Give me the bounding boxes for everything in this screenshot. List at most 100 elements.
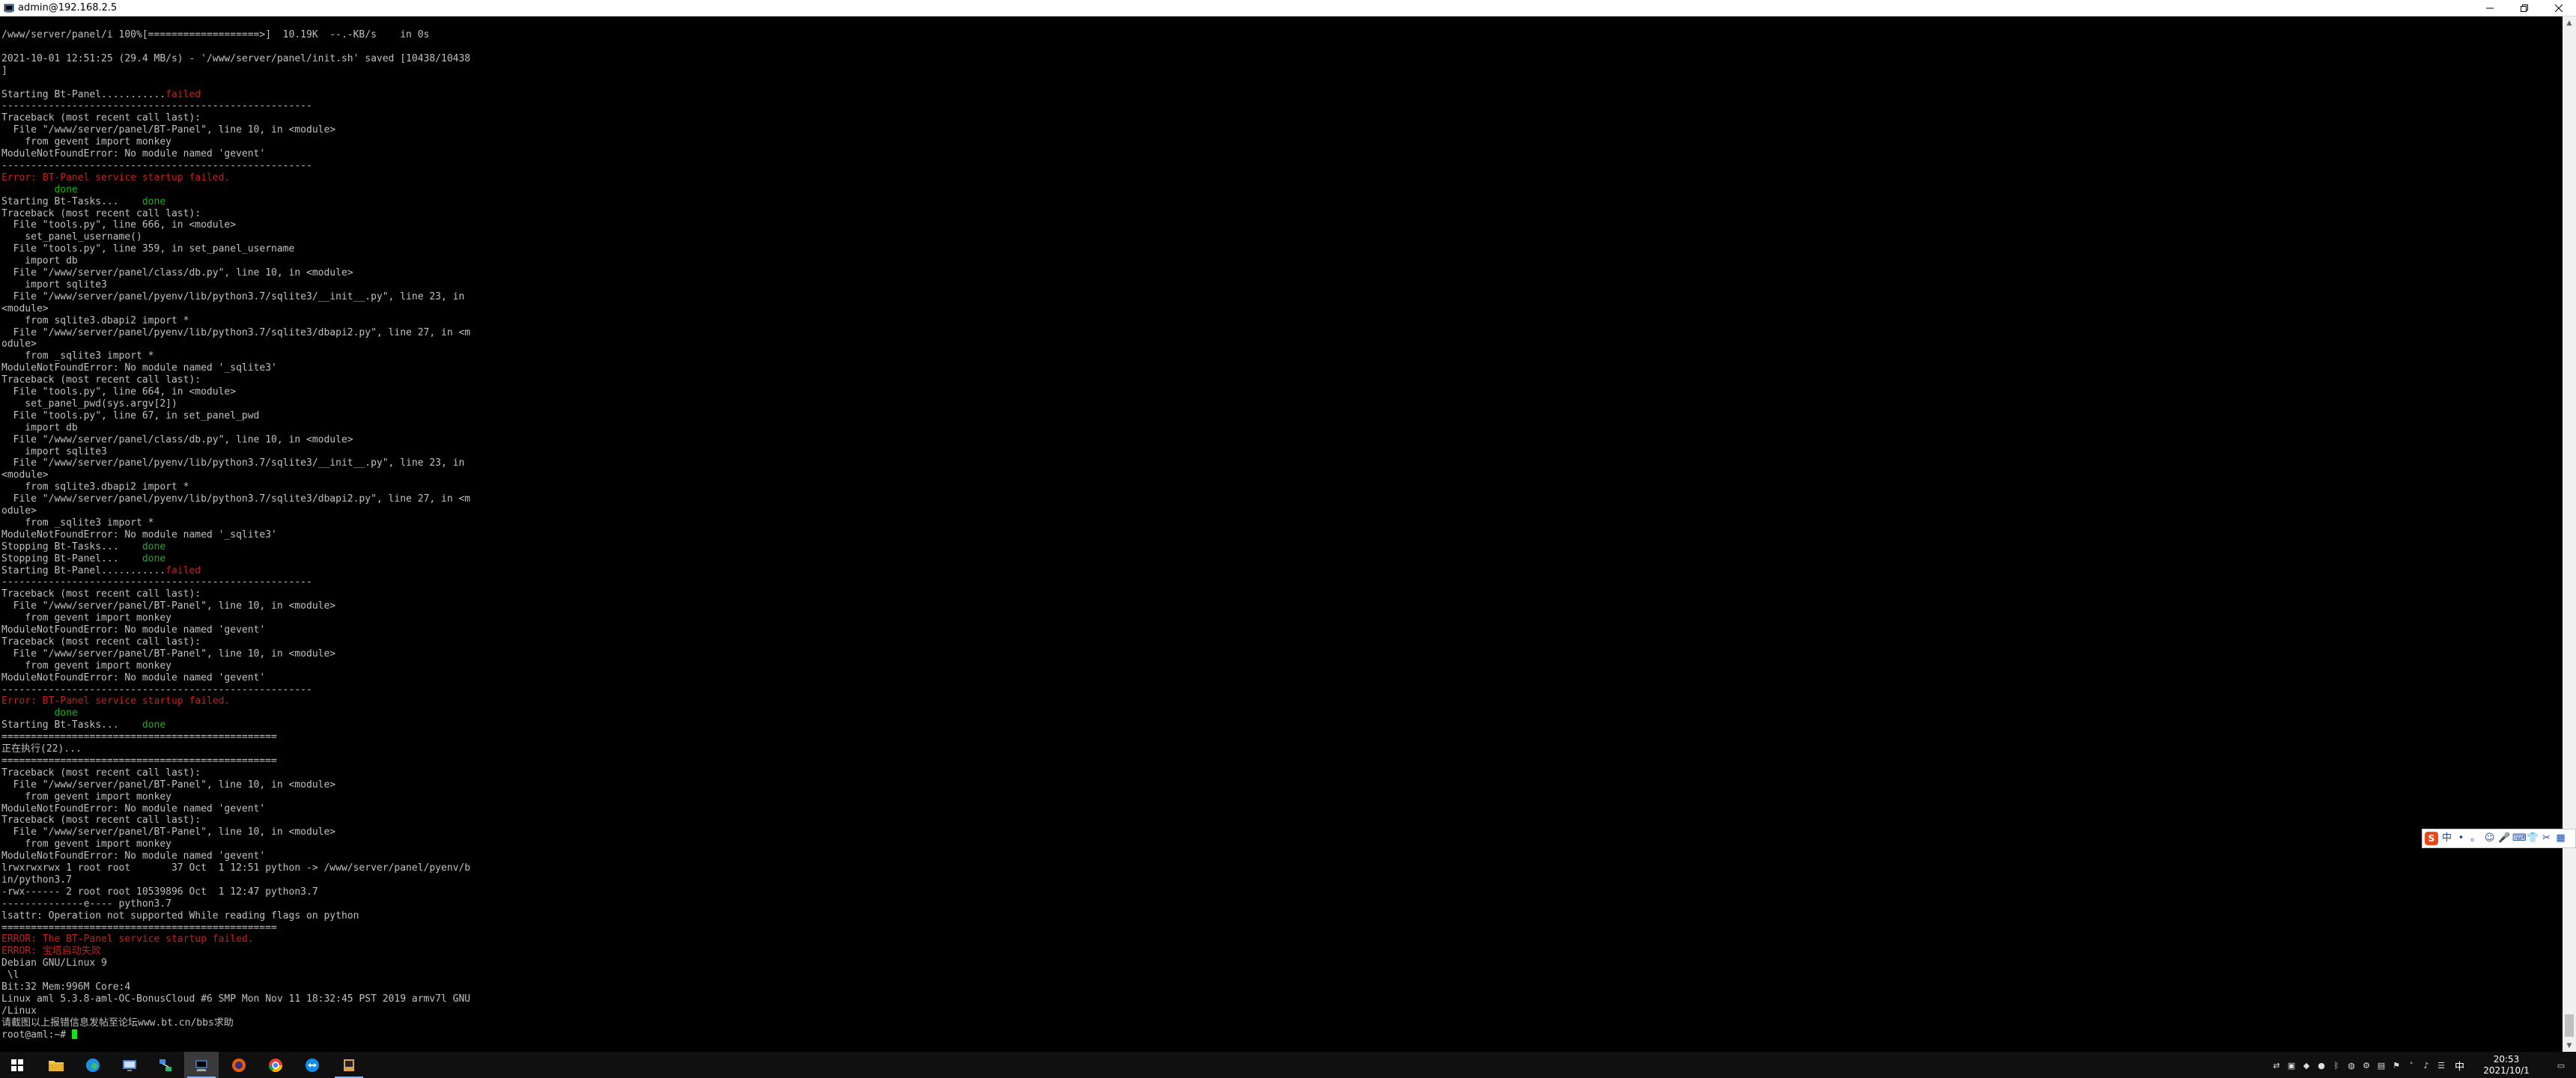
ime-item-5[interactable]: ⌨ [2512,832,2527,845]
tray-bluetooth-icon[interactable]: ᛒ [2330,1059,2342,1071]
start-button[interactable] [0,1052,34,1078]
terminal-line-text: <module> [1,469,49,481]
terminal-line-text: Linux aml 5.3.8-aml-OC-BonusCloud #6 SMP… [1,993,471,1005]
ime-item-4[interactable]: 🎤 [2498,832,2510,845]
terminal-line-text: odule> [1,505,37,517]
ime-item-0[interactable]: 中 [2441,832,2452,845]
terminal-line-text: ModuleNotFoundError: No module named 'ge… [1,148,266,159]
ime-item-8[interactable]: ▦ [2555,832,2566,845]
terminal-line: set_panel_pwd(sys.argv[2]) [1,398,177,410]
taskbar-teamviewer[interactable] [295,1052,329,1078]
taskbar-network-tool[interactable] [148,1052,183,1078]
terminal-line-text: from gevent import monkey [1,660,171,672]
ime-item-2[interactable]: 。 [2470,832,2481,845]
clock-time: 20:53 [2493,1054,2520,1065]
clock-date: 2021/10/1 [2483,1065,2530,1076]
terminal-line-text: ModuleNotFoundError: No module named '_s… [1,529,277,540]
ime-logo-icon[interactable]: S [2425,832,2438,845]
terminal-line-text: File "/www/server/panel/BT-Panel", line … [1,779,336,791]
tray-app-icon[interactable]: ▣ [2285,1059,2297,1071]
terminal-line-text: ModuleNotFoundError: No module named '_s… [1,362,277,374]
taskbar-terminal[interactable] [332,1052,366,1078]
status-done: done [54,707,78,719]
ime-item-1[interactable]: • [2455,832,2467,845]
terminal-line: Traceback (most recent call last): [1,112,201,124]
tray-speaker-icon[interactable]: ♪ [2420,1059,2432,1071]
scroll-up-arrow-icon[interactable]: ▲ [2563,16,2576,29]
terminal-line: <module> [1,469,49,481]
terminal-line-text: ] [1,64,7,76]
terminal-line: Traceback (most recent call last): [1,636,201,648]
terminal-line: odule> [1,338,37,350]
terminal-line-text [1,184,54,195]
terminal-line: File "tools.py", line 359, in set_panel_… [1,243,295,255]
terminal-line-text: import db [1,421,78,433]
terminal-line-text: lrwxrwxrwx 1 root root 37 Oct 1 12:51 py… [1,862,471,874]
terminal-line: Stopping Bt-Panel... done [1,553,165,565]
terminal-line: from gevent import monkey [1,660,171,672]
terminal-line-text: File "tools.py", line 666, in <module> [1,219,237,231]
remote-icon [123,1059,136,1071]
taskbar-edge[interactable] [76,1052,110,1078]
terminal-line-text: 正在执行(22)... [1,743,82,755]
terminal-line-text: File "/www/server/panel/pyenv/lib/python… [1,457,465,469]
tray-flag-icon[interactable]: ⚑ [2390,1059,2402,1071]
tray-chevron-up-icon[interactable]: ˄ [2405,1059,2417,1071]
tray-monitor-icon[interactable]: ▤ [2375,1059,2387,1071]
terminal-line: ModuleNotFoundError: No module named 'ge… [1,850,265,862]
minimize-icon [2486,7,2494,8]
window-titlebar[interactable]: admin@192.168.2.5 [0,0,2576,16]
status-done: done [54,183,78,195]
terminal-line: /www/server/panel/i 100%[===============… [1,29,429,41]
terminal-line: import db [1,255,77,267]
status-done: done [142,719,166,731]
terminal-line: odule> [1,505,37,517]
taskbar-firefox[interactable] [222,1052,256,1078]
input-language-indicator[interactable]: 中 [2455,1059,2464,1073]
minimize-button[interactable] [2473,0,2507,16]
ime-toolbar[interactable]: S 中 •。 ☺ 🎤 ⌨ 👕 ✂ ▦ [2422,829,2576,848]
scroll-down-arrow-icon[interactable]: ▼ [2563,1039,2576,1052]
restore-button[interactable] [2507,0,2542,16]
tray-shield-icon[interactable]: ◆ [2300,1059,2312,1071]
terminal-line: Starting Bt-Tasks... done [1,196,165,208]
terminal-line-text: Traceback (most recent call last): [1,767,201,779]
tray-wifi-icon[interactable]: ☰ [2435,1059,2447,1071]
tray-mic-icon[interactable]: ● [2315,1059,2327,1071]
terminal-line-text: from gevent import monkey [1,612,171,624]
close-icon [2555,4,2563,12]
terminal-line: File "/www/server/panel/class/db.py", li… [1,434,353,446]
terminal-line: Error: BT-Panel service startup failed. [1,172,230,184]
taskbar-putty[interactable] [184,1052,219,1078]
tray-network-icon[interactable]: ⇄ [2270,1059,2282,1071]
vertical-scrollbar[interactable]: ▲ ▼ [2563,16,2576,1052]
taskbar-remote-app[interactable] [112,1052,147,1078]
terminal-line-text: Traceback (most recent call last): [1,588,201,600]
tray-gear-icon[interactable]: ⚙ [2360,1059,2372,1071]
ime-item-6[interactable]: 👕 [2527,832,2539,845]
terminal-line: Traceback (most recent call last): [1,814,201,826]
terminal-line: from _sqlite3 import * [1,517,154,529]
taskbar: ⇄ ▣ ◆ ● ᛒ ◍ ⚙ ▤ ⚑ ˄ ♪ ☰ 中 20:53 2021/10/… [0,1052,2576,1078]
terminal-line: --------------e---- python3.7 [1,898,171,910]
notification-center-icon[interactable]: ▭ [2555,1059,2567,1071]
terminal-line: ========================================… [1,755,277,767]
terminal-line: Bit:32 Mem:996M Core:4 [1,981,130,993]
taskbar-clock[interactable]: 20:53 2021/10/1 [2473,1054,2540,1077]
terminal-line: <module> [1,303,49,315]
terminal-line-text: File "/www/server/panel/pyenv/lib/python… [1,326,471,338]
taskbar-chrome[interactable] [258,1052,293,1078]
terminal-line-text: from gevent import monkey [1,791,171,803]
scroll-thumb[interactable] [2565,1014,2574,1037]
ime-item-7[interactable]: ✂ [2541,832,2552,845]
taskbar-file-explorer[interactable] [39,1052,73,1078]
terminal-output[interactable]: /www/server/panel/i 100%[===============… [0,16,2563,1052]
terminal-line-text: --------------e---- python3.7 [1,898,171,910]
ime-item-3[interactable]: ☺ [2484,832,2495,845]
tray-edge-icon[interactable]: ◍ [2345,1059,2357,1071]
terminal-line: Traceback (most recent call last): [1,588,201,600]
terminal-line-text: Starting Bt-Tasks... [1,195,142,207]
terminal-line-text: Starting Bt-Panel........... [1,88,166,100]
putty-icon [4,4,14,13]
close-button[interactable] [2542,0,2576,16]
